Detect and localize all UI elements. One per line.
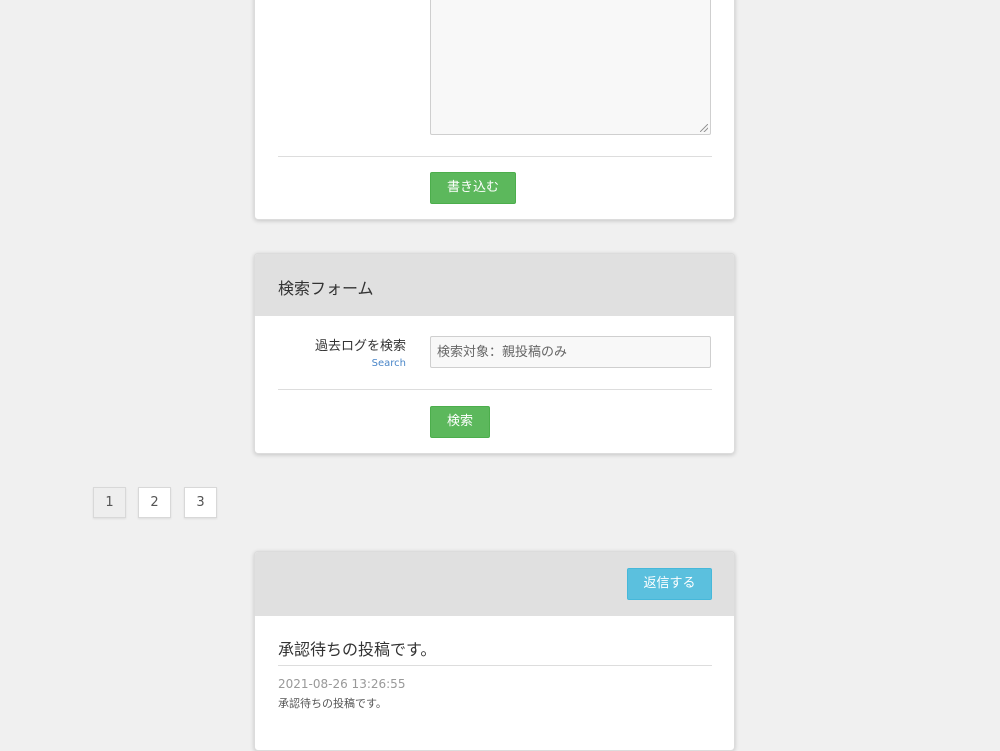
- post-title-divider: [278, 665, 712, 666]
- post-title: 承認待ちの投稿です。: [278, 640, 437, 659]
- search-input[interactable]: [430, 336, 711, 368]
- resize-grip-icon[interactable]: [700, 124, 708, 132]
- thread-panel-heading: 返信する: [255, 552, 734, 616]
- page-link-1[interactable]: 1: [93, 487, 126, 518]
- post-form-panel: 書き込む: [254, 0, 735, 220]
- page-link-3[interactable]: 3: [184, 487, 217, 518]
- search-panel-title: 検索フォーム: [278, 279, 374, 298]
- thread-panel: 返信する 承認待ちの投稿です。 2021-08-26 13:26:55 承認待ち…: [254, 551, 735, 751]
- search-panel-heading: 検索フォーム: [255, 254, 734, 316]
- message-textarea[interactable]: [430, 0, 711, 135]
- search-field-label: 過去ログを検索: [314, 339, 406, 354]
- reply-button[interactable]: 返信する: [627, 568, 712, 600]
- post-form-divider: [278, 156, 712, 157]
- post-date: 2021-08-26 13:26:55: [278, 677, 406, 691]
- search-form-divider: [278, 389, 712, 390]
- post-body: 承認待ちの投稿です。: [278, 697, 387, 710]
- search-button[interactable]: 検索: [430, 406, 490, 438]
- page-link-2[interactable]: 2: [138, 487, 171, 518]
- search-field-sublabel: Search: [371, 358, 406, 369]
- search-form-panel: 検索フォーム 過去ログを検索 Search 検索: [254, 253, 735, 454]
- submit-post-button[interactable]: 書き込む: [430, 172, 516, 204]
